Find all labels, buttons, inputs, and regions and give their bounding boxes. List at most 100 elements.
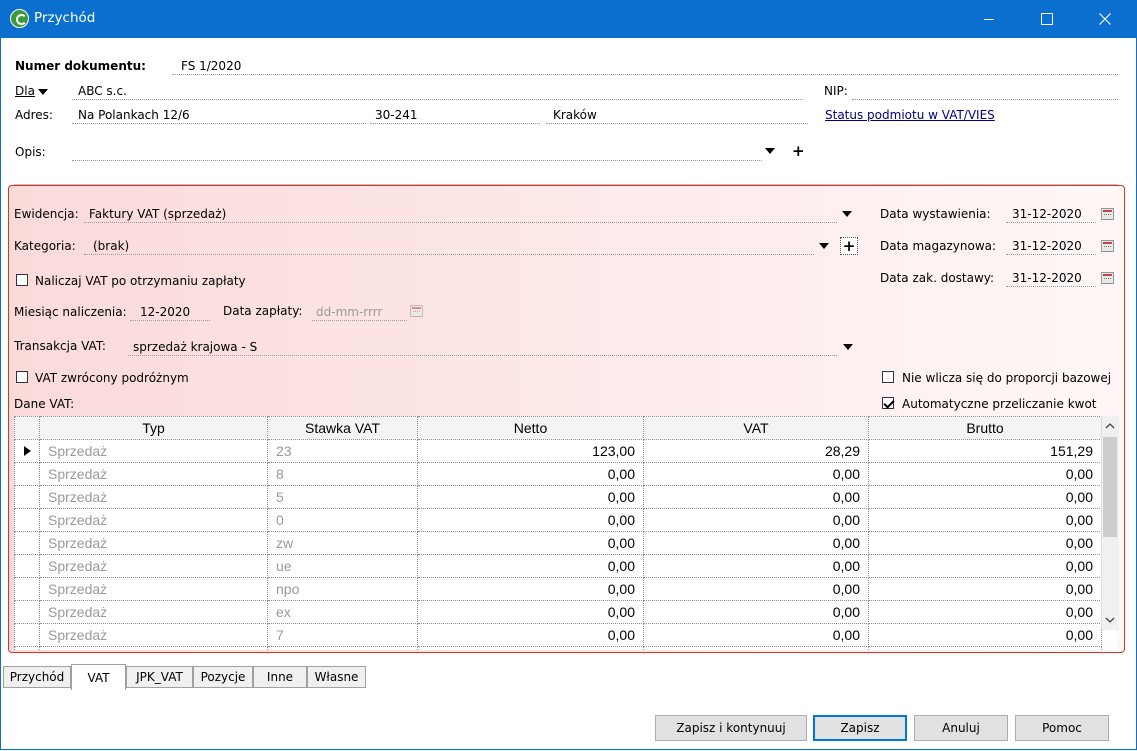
cell-netto[interactable]: 0,00	[417, 600, 644, 624]
cell-vat[interactable]: 28,29	[643, 439, 869, 463]
column-header[interactable]: VAT	[643, 416, 869, 440]
cell-brutto[interactable]: 0,00	[868, 600, 1102, 624]
table-row[interactable]: Sprzedaż 0 0,00 0,00 0,00	[14, 508, 1102, 532]
maximize-button[interactable]	[1024, 0, 1070, 38]
chevron-down-icon[interactable]	[1105, 616, 1115, 624]
row-indicator[interactable]	[14, 577, 40, 601]
table-row[interactable]: Sprzedaż zw 0,00 0,00 0,00	[14, 531, 1102, 555]
help-button[interactable]: Pomoc	[1015, 715, 1109, 741]
cell-vat[interactable]: 0,00	[643, 600, 869, 624]
cell-netto[interactable]: 0,00	[417, 623, 644, 647]
cell-typ[interactable]: Sprzedaż	[39, 508, 268, 532]
calendar-icon[interactable]	[410, 305, 423, 317]
cell-brutto[interactable]: 0,00	[868, 577, 1102, 601]
cell-vat[interactable]: 0,00	[643, 577, 869, 601]
cell-netto[interactable]: 0,00	[417, 485, 644, 509]
cell-brutto[interactable]: 0,00	[868, 462, 1102, 486]
cell-stawka[interactable]: 5	[267, 485, 418, 509]
table-row[interactable]: Sprzedaż 23 123,00 28,29 151,29	[14, 439, 1102, 463]
dla-dropdown[interactable]: Dla	[15, 84, 35, 98]
naliczaj-checkbox[interactable]	[16, 274, 28, 286]
cell-netto[interactable]: 0,00	[417, 554, 644, 578]
calendar-icon[interactable]	[1101, 272, 1114, 284]
calendar-icon[interactable]	[1101, 208, 1114, 220]
cell-vat[interactable]: 0,00	[643, 462, 869, 486]
cell-netto[interactable]: 123,00	[417, 439, 644, 463]
tab-przychod[interactable]: Przychód	[3, 666, 71, 688]
cell-typ[interactable]: Sprzedaż	[39, 554, 268, 578]
cell-typ[interactable]: Sprzedaż	[39, 531, 268, 555]
cell-netto[interactable]: 0,00	[417, 462, 644, 486]
vat-data-grid[interactable]: Typ Stawka VAT Netto VAT Brutto Sprzedaż…	[14, 416, 1117, 650]
cell-netto[interactable]: 0,00	[417, 531, 644, 555]
cell-vat[interactable]: 0,00	[643, 623, 869, 647]
title-bar[interactable]: Przychód	[0, 0, 1137, 38]
nip-field[interactable]	[852, 85, 1118, 100]
table-row[interactable]: Sprzedaż npo 0,00 0,00 0,00	[14, 577, 1102, 601]
chevron-down-icon[interactable]	[842, 211, 852, 217]
cell-brutto[interactable]: 151,29	[868, 439, 1102, 463]
tab-pozycje[interactable]: Pozycje	[193, 666, 253, 688]
cell-vat[interactable]: 0,00	[643, 531, 869, 555]
tab-inne[interactable]: Inne	[253, 666, 307, 688]
opis-dropdown-icon[interactable]	[765, 148, 775, 154]
tab-jpk-vat[interactable]: JPK_VAT	[126, 666, 193, 688]
table-row[interactable]: Sprzedaż ue 0,00 0,00 0,00	[14, 554, 1102, 578]
cell-brutto[interactable]: 0,00	[868, 554, 1102, 578]
cell-brutto[interactable]: 0,00	[868, 531, 1102, 555]
scrollbar-thumb[interactable]	[1103, 437, 1117, 537]
tab-wlasne[interactable]: Własne	[307, 666, 366, 688]
cell-netto[interactable]: 0,00	[417, 508, 644, 532]
cell-vat[interactable]: 0,00	[643, 554, 869, 578]
close-button[interactable]	[1082, 0, 1128, 38]
column-header[interactable]: Netto	[417, 416, 644, 440]
cell-brutto[interactable]: 0,00	[868, 623, 1102, 647]
tab-vat[interactable]: VAT	[71, 664, 126, 690]
opis-field[interactable]	[72, 146, 762, 161]
save-button[interactable]: Zapisz	[813, 715, 907, 741]
cell-stawka[interactable]: 8	[267, 462, 418, 486]
cell-typ[interactable]: Sprzedaż	[39, 439, 268, 463]
cell-typ[interactable]: Sprzedaż	[39, 462, 268, 486]
chevron-up-icon[interactable]	[1105, 422, 1115, 430]
calendar-icon[interactable]	[1101, 240, 1114, 252]
column-header[interactable]: Brutto	[868, 416, 1102, 440]
vat-status-link[interactable]: Status podmiotu w VAT/VIES	[825, 108, 995, 122]
auto-przeliczanie-checkbox[interactable]	[882, 397, 894, 409]
chevron-down-icon[interactable]	[843, 344, 853, 350]
cell-brutto[interactable]: 0,00	[868, 485, 1102, 509]
cell-typ[interactable]: Sprzedaż	[39, 600, 268, 624]
cell-brutto[interactable]: 0,00	[868, 508, 1102, 532]
column-header[interactable]: Typ	[39, 416, 268, 440]
cell-typ[interactable]: Sprzedaż	[39, 623, 268, 647]
nie-wlicza-checkbox[interactable]	[882, 371, 894, 383]
column-header[interactable]: Stawka VAT	[267, 416, 418, 440]
cell-stawka[interactable]: 7	[267, 623, 418, 647]
table-row[interactable]: Sprzedaż ex 0,00 0,00 0,00	[14, 600, 1102, 624]
row-indicator[interactable]	[14, 462, 40, 486]
chevron-down-icon[interactable]	[819, 243, 829, 249]
cell-stawka[interactable]: zw	[267, 531, 418, 555]
cell-stawka[interactable]: npo	[267, 577, 418, 601]
chevron-down-icon[interactable]	[38, 89, 48, 95]
cell-vat[interactable]: 0,00	[643, 485, 869, 509]
row-indicator[interactable]	[14, 439, 40, 463]
cell-netto[interactable]: 0,00	[417, 577, 644, 601]
row-indicator[interactable]	[14, 623, 40, 647]
cell-stawka[interactable]: ue	[267, 554, 418, 578]
table-row[interactable]: Sprzedaż 7 0,00 0,00 0,00	[14, 623, 1102, 647]
cell-vat[interactable]: 0,00	[643, 508, 869, 532]
row-indicator[interactable]	[14, 554, 40, 578]
table-row[interactable]: Sprzedaż 8 0,00 0,00 0,00	[14, 462, 1102, 486]
row-indicator[interactable]	[14, 508, 40, 532]
opis-add-button[interactable]: +	[792, 144, 805, 159]
cell-typ[interactable]: Sprzedaż	[39, 485, 268, 509]
save-continue-button[interactable]: Zapisz i kontynuuj	[655, 715, 807, 741]
cell-stawka[interactable]: ex	[267, 600, 418, 624]
row-indicator[interactable]	[14, 531, 40, 555]
cell-stawka[interactable]: 23	[267, 439, 418, 463]
cell-typ[interactable]: Sprzedaż	[39, 577, 268, 601]
row-indicator[interactable]	[14, 600, 40, 624]
zwrocony-checkbox[interactable]	[16, 371, 28, 383]
table-row[interactable]: Sprzedaż 5 0,00 0,00 0,00	[14, 485, 1102, 509]
